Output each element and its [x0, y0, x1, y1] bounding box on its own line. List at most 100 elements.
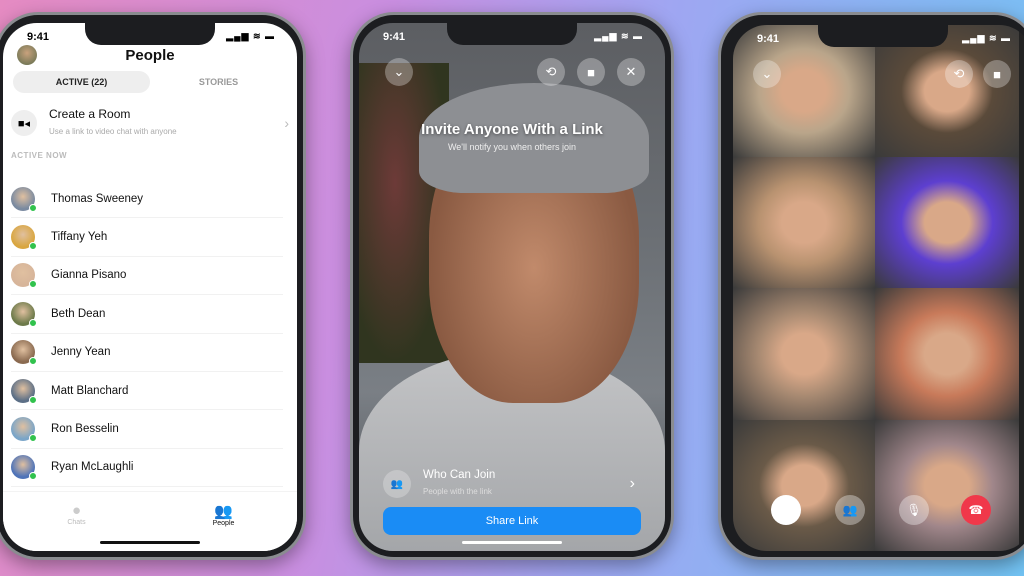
video-toggle-button[interactable]: ■ [577, 58, 605, 86]
flip-camera-button[interactable]: ⟲ [945, 60, 973, 88]
phone-people: 9:41 ▂▄▆ ≋ ▬ People ACTIVE (22) STORIES ■… [0, 12, 306, 560]
people-icon: 👥 [842, 503, 858, 517]
tabbar-label: Chats [67, 519, 86, 526]
invite-screen: 9:41 ▂▄▆ ≋ ▬ ⌄ ⟲ ■ ✕ Invite Anyone With a… [359, 23, 665, 551]
section-label: ACTIVE NOW [11, 151, 68, 160]
list-item[interactable]: Ron Besselin [11, 410, 283, 449]
minimize-button[interactable]: ⌄ [385, 58, 413, 86]
list-item[interactable]: Thomas Sweeney [11, 180, 283, 219]
video-tile [733, 156, 875, 288]
video-grid [733, 25, 1024, 551]
chevron-down-icon: ⌄ [393, 64, 405, 79]
share-link-button[interactable]: Share Link [383, 507, 641, 535]
people-icon: 👥 [214, 503, 233, 520]
person-name: Ron Besselin [51, 423, 119, 436]
list-item[interactable]: Matt Blanchard [11, 372, 283, 411]
avatar [11, 417, 37, 443]
group-call-screen: 9:41 ▂▄▆ ≋ ▬ ⌄ ⟲ ■ 👥 🎙 ☎ [733, 25, 1024, 551]
video-tile [875, 288, 1019, 420]
online-indicator [29, 395, 37, 404]
person-name: Thomas Sweeney [51, 192, 144, 205]
avatar [11, 378, 37, 404]
online-indicator [29, 434, 37, 443]
tabs: ACTIVE (22) STORIES [13, 71, 287, 93]
avatar [11, 263, 37, 289]
video-camera-icon: ■◂ [11, 110, 37, 136]
online-indicator [29, 242, 37, 251]
status-time: 9:41 [383, 31, 406, 43]
home-indicator [100, 541, 200, 544]
who-can-join-item[interactable]: 👥 Who Can Join People with the link › [383, 469, 635, 499]
video-tile [733, 419, 875, 551]
avatar [11, 225, 37, 251]
person-name: Beth Dean [51, 307, 106, 320]
online-indicator [29, 357, 37, 366]
list-item[interactable]: Beth Dean [11, 295, 283, 334]
avatar [11, 301, 37, 327]
list-item[interactable]: Jenny Yean [11, 334, 283, 372]
list-item[interactable]: Gianna Pisano [11, 257, 283, 296]
invite-subtitle: We'll notify you when others join [447, 142, 577, 152]
close-icon: ✕ [625, 64, 637, 79]
status-time: 9:41 [757, 33, 780, 45]
who-can-join-subtitle: People with the link [423, 487, 492, 496]
phone-hangup-icon: ☎ [968, 503, 984, 517]
microphone-icon: 🎙 [906, 503, 922, 517]
participants-button[interactable]: 👥 [835, 495, 865, 525]
page-title: People [125, 47, 175, 64]
minimize-button[interactable]: ⌄ [753, 60, 781, 88]
chevron-right-icon: › [284, 115, 289, 131]
online-indicator [29, 280, 37, 289]
status-time: 9:41 [27, 31, 50, 43]
end-call-button[interactable]: ☎ [961, 495, 991, 525]
online-indicator [29, 472, 37, 481]
video-tile [875, 156, 1019, 288]
online-indicator [29, 318, 37, 327]
create-room-title: Create a Room [49, 107, 131, 121]
online-indicator [29, 203, 37, 212]
group-icon: 👥 [383, 470, 411, 498]
create-room-subtitle: Use a link to video chat with anyone [49, 127, 177, 136]
people-screen: 9:41 ▂▄▆ ≋ ▬ People ACTIVE (22) STORIES ■… [3, 23, 297, 551]
phone-group-call: 9:41 ▂▄▆ ≋ ▬ ⌄ ⟲ ■ 👥 🎙 ☎ [718, 12, 1024, 560]
signal-wifi-battery-icon: ▂▄▆ ≋ ▬ [962, 33, 1011, 43]
avatar [11, 186, 37, 212]
tab-stories[interactable]: STORIES [150, 71, 287, 93]
phone-invite: 9:41 ▂▄▆ ≋ ▬ ⌄ ⟲ ■ ✕ Invite Anyone With a… [350, 12, 674, 560]
list-item[interactable]: Ryan McLaughli [11, 449, 283, 488]
person-name: Ryan McLaughli [51, 461, 134, 474]
chevron-down-icon: ⌄ [761, 66, 773, 81]
mute-button[interactable]: 🎙 [899, 495, 929, 525]
people-list: Thomas Sweeney Tiffany Yeh Gianna Pisano Be… [11, 180, 283, 488]
flip-camera-button[interactable]: ⟲ [537, 58, 565, 86]
flip-camera-icon: ⟲ [545, 64, 557, 79]
notch [85, 23, 215, 45]
capture-button[interactable] [771, 495, 801, 525]
person-name: Tiffany Yeh [51, 231, 108, 244]
video-camera-icon: ■ [587, 64, 595, 80]
tab-active[interactable]: ACTIVE (22) [13, 71, 150, 93]
create-room-item[interactable]: ■◂ Create a Room Use a link to video chat… [11, 103, 289, 143]
list-item[interactable]: Tiffany Yeh [11, 218, 283, 257]
avatar [11, 455, 37, 481]
video-camera-icon: ■ [993, 66, 1001, 82]
signal-wifi-battery-icon: ▂▄▆ ≋ ▬ [226, 31, 275, 41]
avatar [11, 340, 37, 366]
tabbar-label: People [212, 520, 235, 527]
flip-camera-icon: ⟲ [953, 66, 965, 81]
invite-title: Invite Anyone With a Link [421, 121, 603, 138]
notch [447, 23, 577, 45]
person-name: Matt Blanchard [51, 384, 129, 397]
video-tile [733, 288, 875, 420]
notch [818, 25, 948, 47]
video-toggle-button[interactable]: ■ [983, 60, 1011, 88]
chat-bubble-icon: ● [71, 502, 82, 519]
person-name: Gianna Pisano [51, 269, 127, 282]
close-button[interactable]: ✕ [617, 58, 645, 86]
home-indicator [462, 541, 562, 544]
person-name: Jenny Yean [51, 346, 111, 359]
signal-wifi-battery-icon: ▂▄▆ ≋ ▬ [594, 31, 643, 41]
video-tile [875, 419, 1019, 551]
video-person-cap [419, 83, 649, 193]
chevron-right-icon: › [629, 475, 635, 492]
